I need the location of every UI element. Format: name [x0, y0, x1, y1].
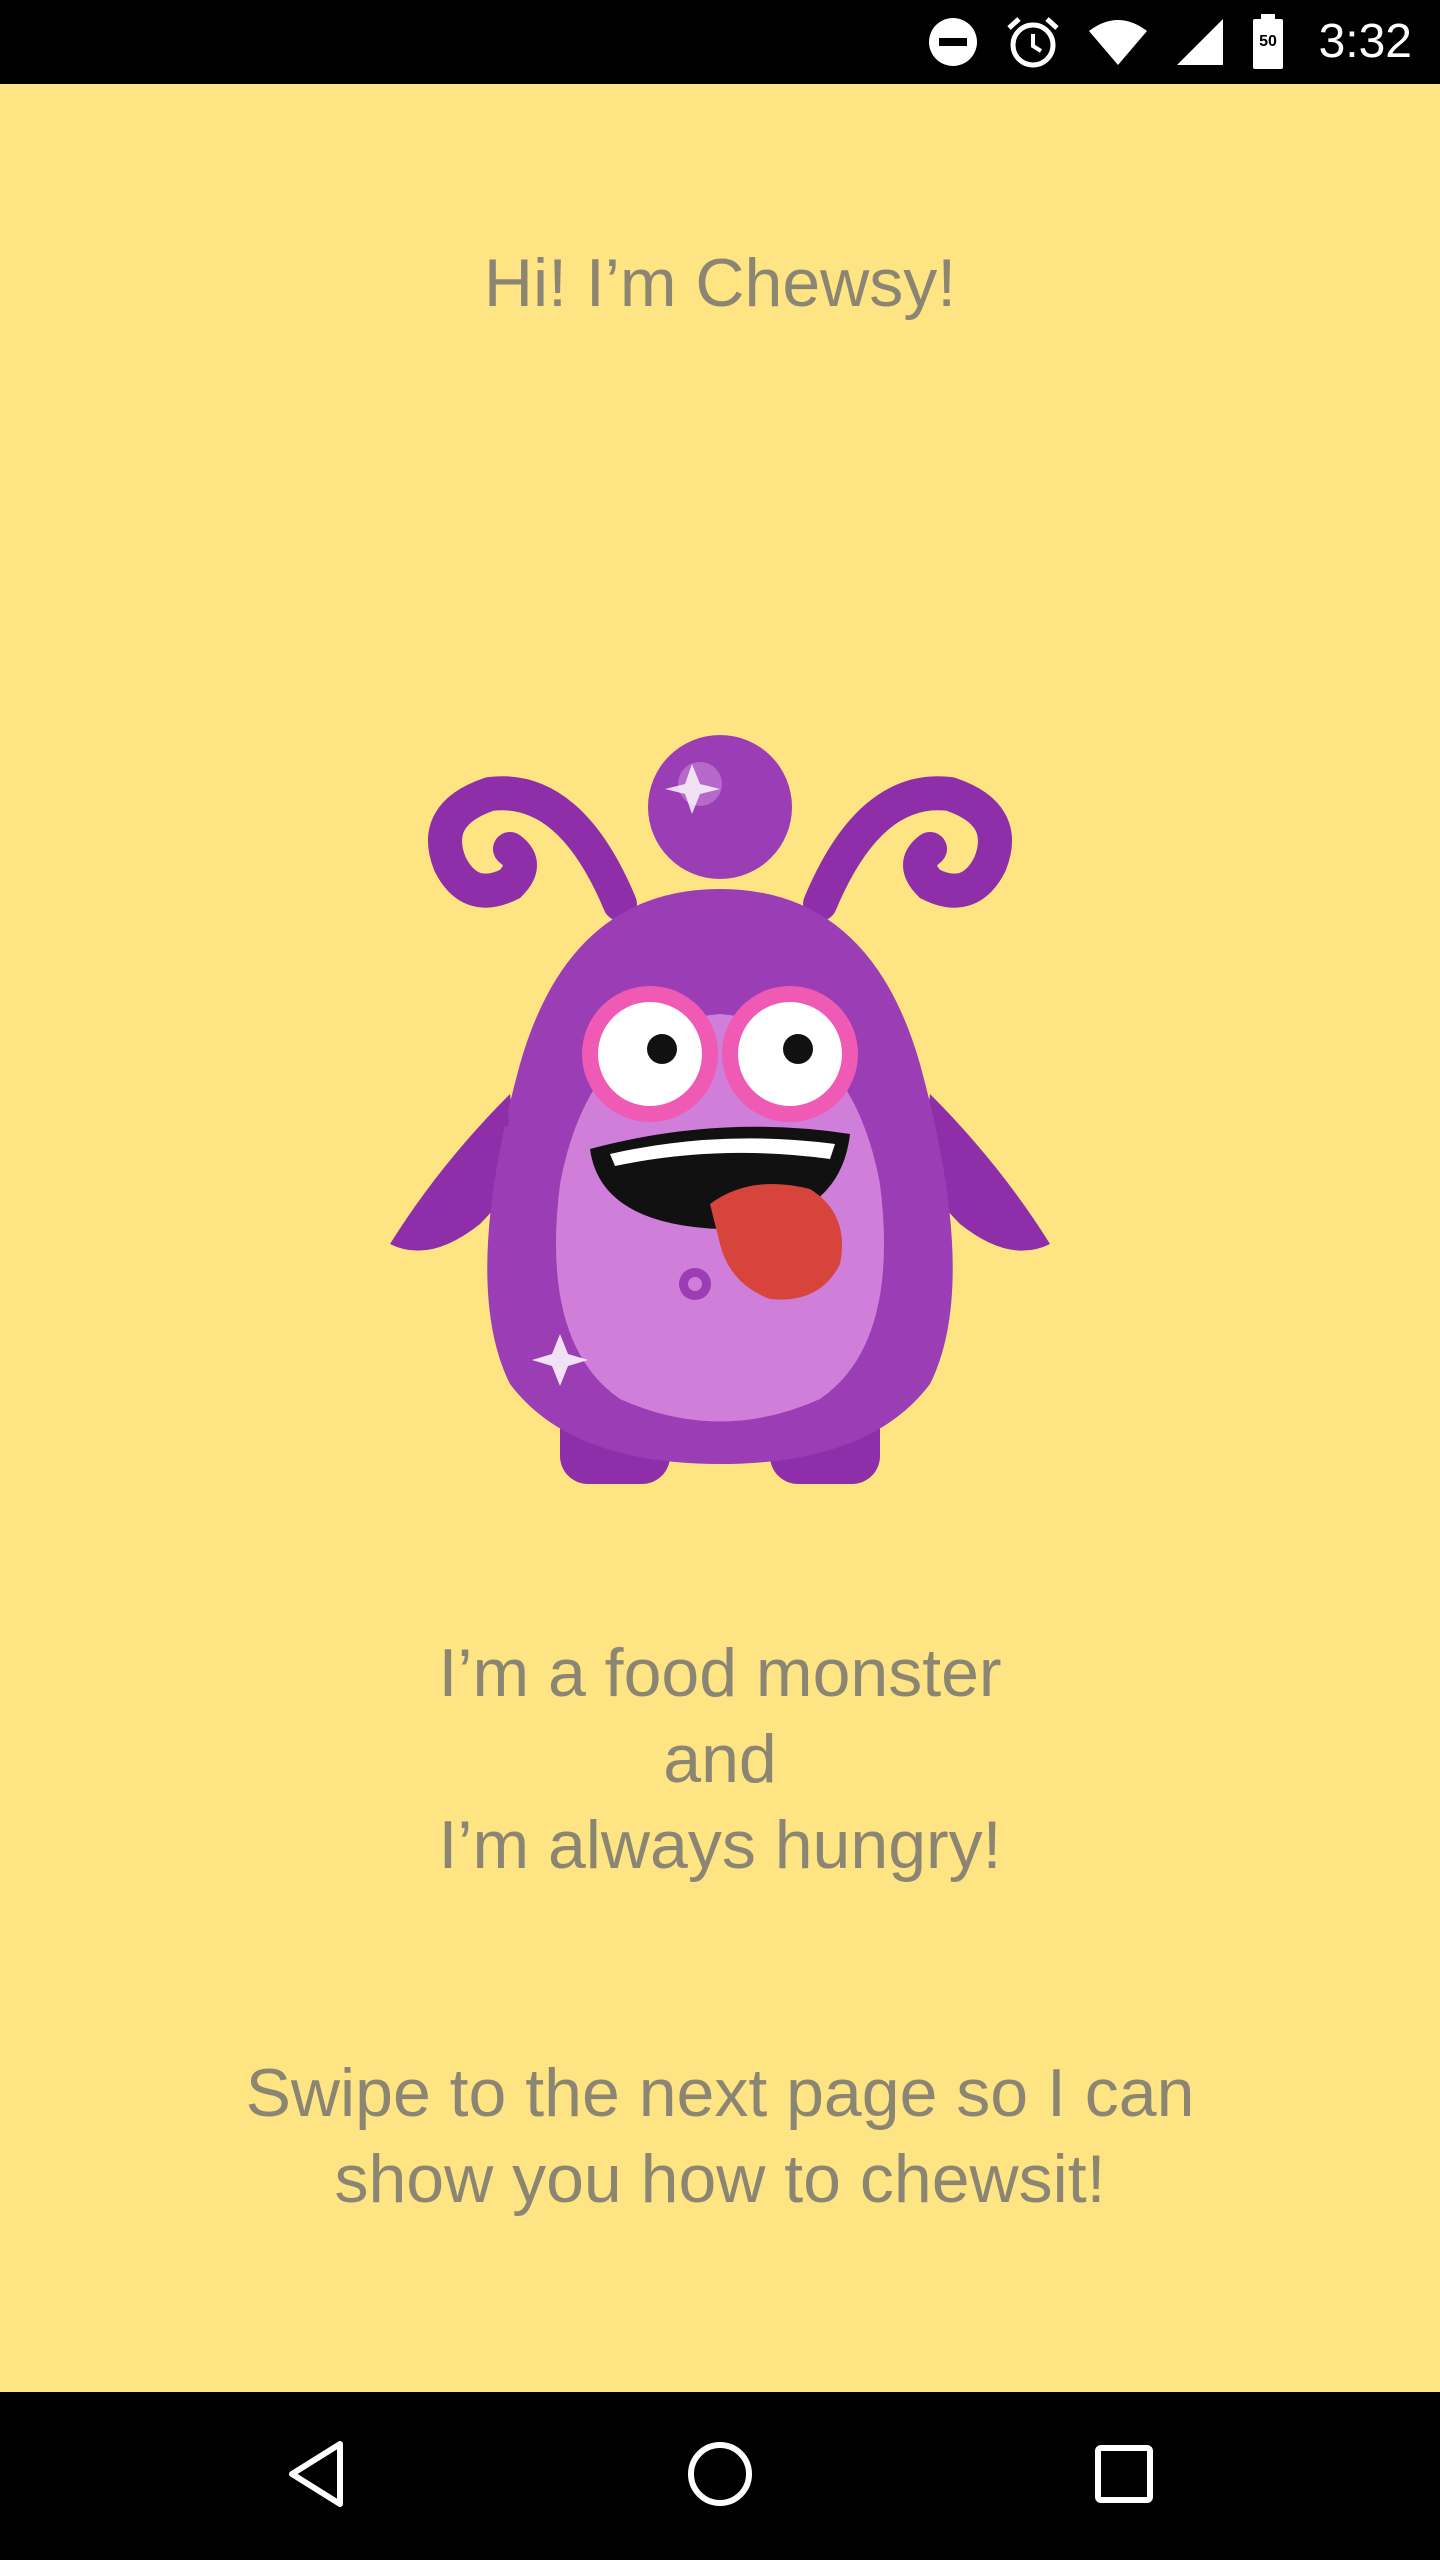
intro-text-line-3: I’m always hungry!: [438, 1807, 1002, 1883]
chewsy-monster-illustration: [370, 644, 1070, 1544]
recents-button[interactable]: [1074, 2426, 1174, 2526]
navigation-bar: [0, 2392, 1440, 2560]
recents-icon: [1094, 2444, 1154, 2509]
home-icon: [686, 2440, 754, 2513]
swipe-instruction-line-1: Swipe to the next page so I can: [245, 2055, 1195, 2131]
home-button[interactable]: [670, 2426, 770, 2526]
greeting-title: Hi! I’m Chewsy!: [483, 245, 957, 321]
back-button[interactable]: [266, 2426, 366, 2526]
alarm-icon: [1005, 14, 1061, 70]
status-icons: 50 3:32: [927, 0, 1412, 84]
battery-level-text: 50: [1259, 33, 1277, 50]
wifi-icon: [1087, 17, 1149, 67]
intro-text-line-2: and: [663, 1721, 777, 1797]
back-icon: [284, 2438, 348, 2515]
intro-text-line-1: I’m a food monster: [438, 1635, 1002, 1711]
status-bar: 50 3:32: [0, 0, 1440, 84]
onboarding-page[interactable]: Hi! I’m Chewsy! I’m a food monster and I…: [0, 84, 1440, 2392]
status-clock: 3:32: [1318, 15, 1412, 68]
battery-icon: 50: [1251, 14, 1285, 70]
swipe-instruction-line-2: show you how to chewsit!: [334, 2141, 1106, 2217]
do-not-disturb-icon: [927, 16, 979, 68]
cell-signal-icon: [1175, 17, 1225, 67]
